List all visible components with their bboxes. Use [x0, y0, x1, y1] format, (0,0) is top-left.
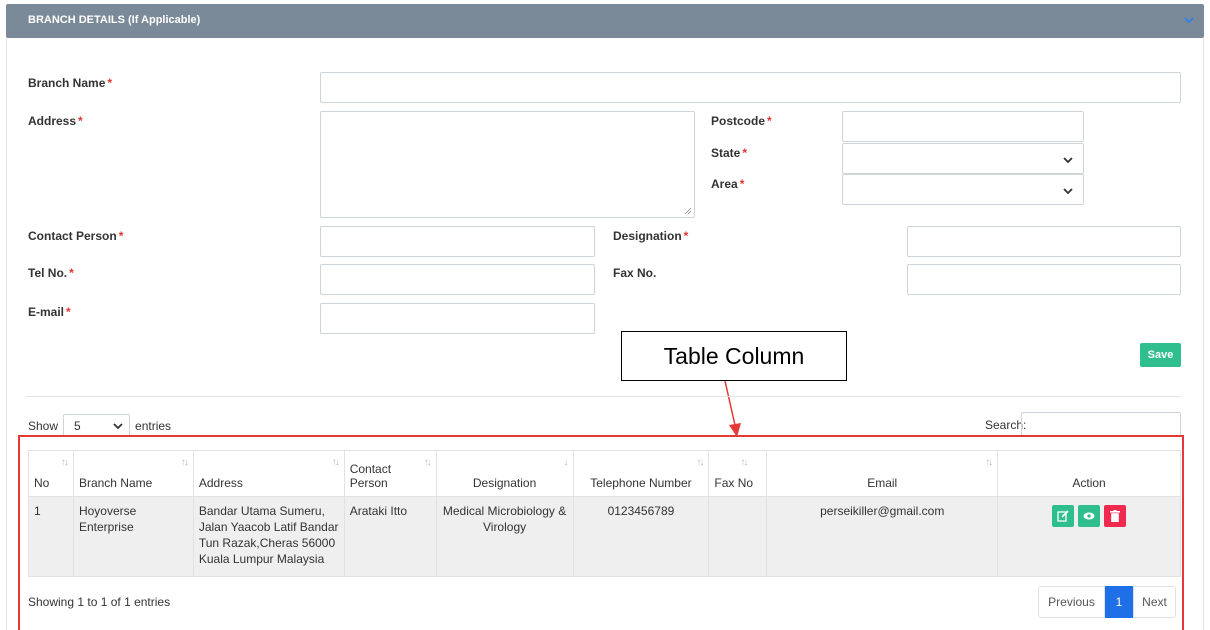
- chevron-down-icon: [1063, 157, 1073, 164]
- edit-button[interactable]: [1052, 505, 1075, 527]
- chevron-down-icon: [113, 423, 123, 430]
- annotation-arrow-icon: [724, 381, 741, 437]
- column-header-fax[interactable]: Fax No ↑↓: [708, 450, 768, 497]
- next-button[interactable]: Next: [1133, 586, 1176, 618]
- contact-person-input[interactable]: [320, 226, 595, 257]
- fax-input[interactable]: [907, 264, 1181, 295]
- panel-title: BRANCH DETAILS (If Applicable): [28, 14, 201, 26]
- designation-input[interactable]: [907, 226, 1181, 257]
- branch-name-input[interactable]: [320, 72, 1181, 103]
- column-header-designation[interactable]: Designation ↓: [435, 450, 574, 497]
- column-header-email[interactable]: Email ↑↓: [766, 450, 999, 497]
- cell-telephone: 0123456789: [572, 496, 710, 577]
- sort-icon: ↑↓: [60, 457, 69, 468]
- cell-contact-person: Arataki Itto: [343, 496, 437, 577]
- pagination: Previous 1 Next: [1038, 586, 1176, 618]
- panel-header[interactable]: BRANCH DETAILS (If Applicable): [6, 4, 1204, 38]
- cell-email: perseikiller@gmail.com: [766, 496, 999, 577]
- column-header-no[interactable]: No ↑↓: [28, 450, 74, 497]
- delete-button[interactable]: [1104, 505, 1127, 527]
- trash-icon: [1110, 510, 1121, 522]
- column-header-telephone[interactable]: Telephone Number ↑↓: [572, 450, 710, 497]
- postcode-label: Postcode *: [711, 114, 772, 128]
- chevron-down-icon: [1063, 188, 1073, 195]
- sort-icon: ↑↓: [180, 457, 189, 468]
- area-select[interactable]: [842, 174, 1084, 205]
- chevron-down-icon[interactable]: [1182, 13, 1196, 27]
- column-header-branch-name[interactable]: Branch Name ↑↓: [72, 450, 194, 497]
- sort-icon: ↑↓: [331, 457, 340, 468]
- resize-grip-icon[interactable]: [684, 207, 692, 215]
- cell-action: [997, 496, 1181, 577]
- cell-address: Bandar Utama Sumeru, Jalan Yaacob Latif …: [192, 496, 345, 577]
- page-length-value: 5: [74, 419, 81, 433]
- contact-person-label: Contact Person *: [28, 229, 124, 243]
- designation-label: Designation *: [613, 229, 689, 243]
- fax-label: Fax No.: [613, 266, 657, 280]
- page-1-button[interactable]: 1: [1105, 586, 1133, 618]
- save-button[interactable]: Save: [1140, 343, 1181, 367]
- previous-button[interactable]: Previous: [1038, 586, 1105, 618]
- annotation-callout: Table Column: [621, 331, 847, 381]
- branch-table: No ↑↓ Branch Name ↑↓ Address ↑↓ Contact Per…: [28, 450, 1181, 577]
- sort-icon: ↑↓: [985, 457, 993, 468]
- postcode-input[interactable]: [842, 111, 1084, 142]
- cell-designation: Medical Microbiology & Virology: [435, 496, 574, 577]
- email-input[interactable]: [320, 303, 595, 334]
- table-header-row: No ↑↓ Branch Name ↑↓ Address ↑↓ Contact Per…: [28, 450, 1181, 497]
- edit-icon: [1057, 510, 1069, 522]
- area-label: Area *: [711, 177, 745, 191]
- tel-input[interactable]: [320, 264, 595, 295]
- branch-name-label: Branch Name *: [28, 76, 113, 90]
- address-label: Address *: [28, 114, 83, 128]
- cell-no: 1: [28, 496, 74, 577]
- table-row: 1 Hoyoverse Enterprise Bandar Utama Sume…: [28, 496, 1181, 577]
- email-label: E-mail *: [28, 305, 71, 319]
- entries-label: entries: [135, 418, 172, 433]
- page-length-select[interactable]: 5: [63, 414, 131, 437]
- table-info: Showing 1 to 1 of 1 entries: [28, 595, 171, 609]
- sort-icon: ↑↓: [740, 457, 748, 468]
- page-length-control: Show 5 entries: [28, 414, 171, 437]
- search-input[interactable]: [1021, 412, 1181, 436]
- view-button[interactable]: [1078, 505, 1101, 527]
- sort-icon: ↓: [563, 457, 569, 468]
- tel-label: Tel No. *: [28, 266, 74, 280]
- sort-icon: ↑↓: [423, 457, 432, 468]
- column-header-action: Action: [997, 450, 1181, 497]
- address-textarea[interactable]: [320, 111, 695, 218]
- eye-icon: [1083, 512, 1095, 520]
- cell-branch-name: Hoyoverse Enterprise: [72, 496, 194, 577]
- cell-fax: [708, 496, 768, 577]
- state-select[interactable]: [842, 143, 1084, 174]
- show-label: Show: [28, 418, 59, 433]
- state-label: State *: [711, 146, 748, 160]
- column-header-address[interactable]: Address ↑↓: [192, 450, 345, 497]
- divider: [26, 396, 1181, 397]
- column-header-contact-person[interactable]: Contact Person ↑↓: [343, 450, 437, 497]
- sort-icon: ↑↓: [696, 457, 704, 468]
